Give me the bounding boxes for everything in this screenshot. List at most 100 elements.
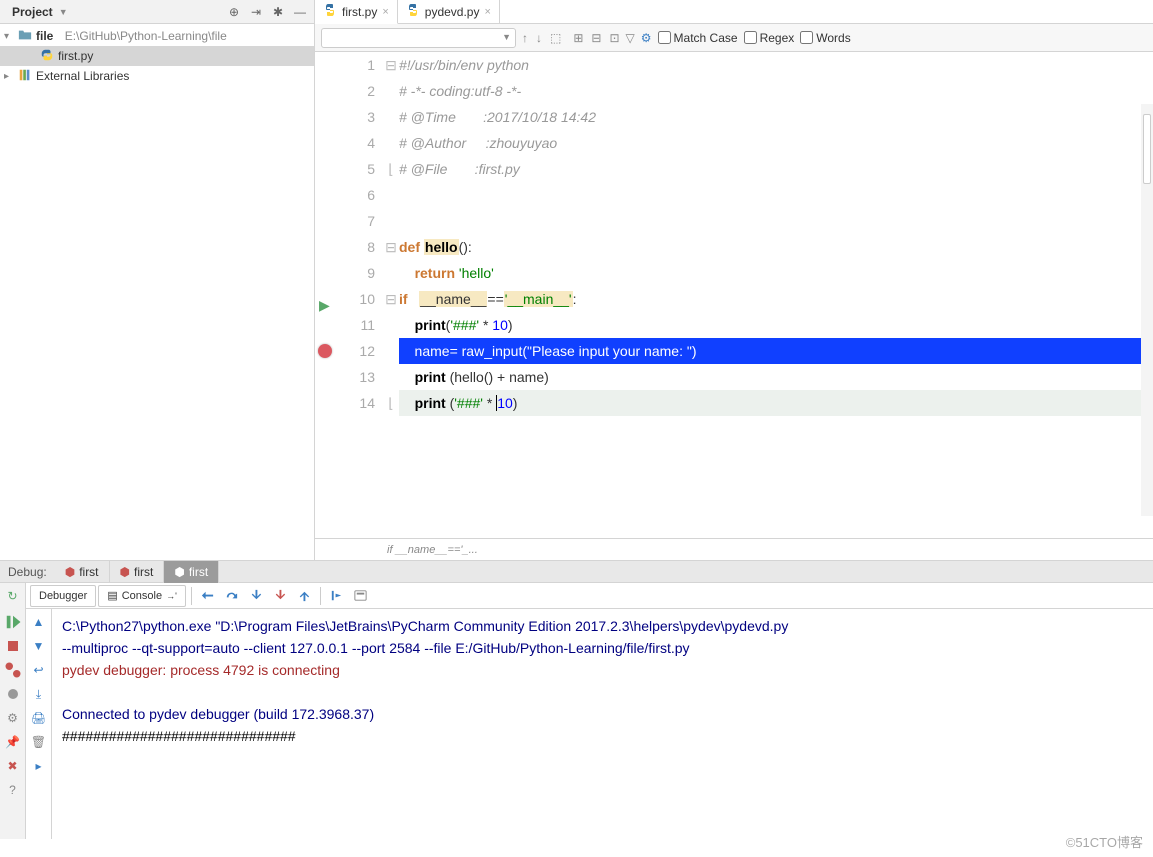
- debug-session-tab[interactable]: ⬢first: [110, 561, 165, 583]
- settings-icon[interactable]: ⚙: [3, 708, 23, 728]
- code-text: :: [573, 291, 577, 307]
- code-text: __name__: [419, 291, 487, 307]
- resume-icon[interactable]: [3, 612, 23, 632]
- stop-icon[interactable]: [3, 636, 23, 656]
- debugger-tab-button[interactable]: Debugger: [30, 585, 96, 607]
- select-all-occ-icon[interactable]: ⊡: [609, 31, 619, 45]
- collapse-icon[interactable]: ⇥: [248, 4, 264, 20]
- tab-pydevd-py[interactable]: pydevd.py ×: [398, 0, 500, 24]
- close-panel-icon[interactable]: ✖: [3, 756, 23, 776]
- expand-icon[interactable]: ▸: [4, 71, 14, 82]
- down-icon[interactable]: ▼: [29, 636, 49, 656]
- library-icon: [18, 68, 32, 85]
- root-path: E:\GitHub\Python-Learning\file: [65, 29, 227, 43]
- next-match-icon[interactable]: ↓: [536, 31, 542, 45]
- prev-match-icon[interactable]: ↑: [522, 31, 528, 45]
- console-icon: ▤: [107, 589, 117, 602]
- code-text: # @Author :zhouyuyao: [399, 135, 557, 151]
- tab-first-py[interactable]: first.py ×: [315, 0, 398, 24]
- console-line: C:\Python27\python.exe "D:\Program Files…: [62, 615, 1143, 637]
- mute-breakpoints-icon[interactable]: [3, 684, 23, 704]
- debug-label: Debug:: [0, 565, 55, 579]
- step-over-icon[interactable]: [221, 585, 243, 607]
- run-to-cursor-icon[interactable]: [326, 585, 348, 607]
- remove-selection-icon[interactable]: ⊟: [591, 31, 601, 45]
- close-icon[interactable]: ×: [382, 6, 388, 18]
- code-text: *: [479, 317, 492, 333]
- debug-session-tab-active[interactable]: ⬢first: [164, 561, 219, 583]
- console-tab-button[interactable]: ▤Console→': [98, 585, 185, 607]
- folder-icon: [18, 28, 32, 45]
- tab-label: first: [189, 565, 208, 579]
- code-text: '__main__': [504, 291, 573, 307]
- hide-icon[interactable]: —: [292, 4, 308, 20]
- console-body: ⚙ 📌 ✖ ? ▲ ▼ ↩ ⤓ 🖨 🗑 ▸ C:\Python27\python…: [0, 609, 1153, 839]
- breakpoint-icon[interactable]: [318, 344, 332, 358]
- code-text: ): [544, 369, 549, 385]
- project-title: Project: [12, 5, 53, 19]
- project-header: Project ▼ ⊕ ⇥ ✱ —: [0, 0, 314, 24]
- tab-label: pydevd.py: [425, 5, 480, 19]
- show-exec-point-icon[interactable]: [197, 585, 219, 607]
- close-icon[interactable]: ×: [484, 6, 490, 18]
- soft-wrap-icon[interactable]: ↩: [29, 660, 49, 680]
- expand-icon[interactable]: ▾: [4, 31, 14, 42]
- code-text: #!/usr/bin/env python: [399, 57, 529, 73]
- code-text: print: [415, 369, 450, 385]
- match-case-check[interactable]: Match Case: [658, 31, 738, 45]
- search-history-icon[interactable]: ▼: [502, 32, 511, 42]
- code-content[interactable]: #!/usr/bin/env python # -*- coding:utf-8…: [399, 52, 1153, 538]
- tree-file-first[interactable]: first.py: [0, 46, 314, 66]
- scroll-from-source-icon[interactable]: ⊕: [226, 4, 242, 20]
- evaluate-icon[interactable]: [350, 585, 372, 607]
- up-icon[interactable]: ▲: [29, 612, 49, 632]
- tree-root[interactable]: ▾ file E:\GitHub\Python-Learning\file: [0, 26, 314, 46]
- highlighted-line: name= raw_input("Please input your name:…: [399, 338, 1153, 364]
- breadcrumb[interactable]: if __name__=='_...: [315, 538, 1153, 560]
- pin-icon[interactable]: 📌: [3, 732, 23, 752]
- search-input[interactable]: [321, 28, 516, 48]
- clear-icon[interactable]: 🗑: [29, 732, 49, 752]
- regex-check[interactable]: Regex: [744, 31, 795, 45]
- console-line: pydev debugger: process 4792 is connecti…: [62, 659, 1143, 681]
- force-step-into-icon[interactable]: [269, 585, 291, 607]
- console-line: ##############################: [62, 725, 1143, 747]
- code-text: print: [415, 395, 450, 411]
- debug-toolbar: ↻ Debugger ▤Console→': [0, 583, 1153, 609]
- help-icon[interactable]: ?: [3, 780, 23, 800]
- console-left-rail: ▲ ▼ ↩ ⤓ 🖨 🗑 ▸: [26, 609, 52, 839]
- words-check[interactable]: Words: [800, 31, 850, 45]
- watermark: ©51CTO博客: [1066, 832, 1143, 851]
- print-icon[interactable]: 🖨: [29, 708, 49, 728]
- code-text: def: [399, 239, 424, 255]
- python-file-icon: [406, 3, 420, 20]
- regex-label: Regex: [760, 31, 795, 45]
- scroll-end-icon[interactable]: ⤓: [29, 684, 49, 704]
- code-text: return: [415, 265, 459, 281]
- rerun-icon[interactable]: ↻: [3, 586, 23, 606]
- view-breakpoints-icon[interactable]: [3, 660, 23, 680]
- dropdown-icon[interactable]: ▼: [59, 7, 68, 17]
- debug-panel: Debug: ⬢first ⬢first ⬢first ↻ Debugger ▤…: [0, 560, 1153, 839]
- step-into-icon[interactable]: [245, 585, 267, 607]
- scrollbar[interactable]: [1141, 104, 1153, 516]
- add-selection-icon[interactable]: ⊞: [573, 31, 583, 45]
- code-editor[interactable]: 12345 6789 ▶10 11 12 1314 ⊟⌊ ⊟⊟ ⌊ #!/usr…: [315, 52, 1153, 538]
- gear-icon[interactable]: ✱: [270, 4, 286, 20]
- code-text: *: [483, 395, 496, 411]
- project-tree[interactable]: ▾ file E:\GitHub\Python-Learning\file fi…: [0, 24, 314, 560]
- step-out-icon[interactable]: [293, 585, 315, 607]
- filter-icon[interactable]: ▽: [626, 31, 635, 45]
- match-case-label: Match Case: [674, 31, 738, 45]
- code-text: 10: [497, 395, 513, 411]
- select-all-icon[interactable]: ⬚: [550, 31, 561, 45]
- settings-gear-icon[interactable]: ⚙: [641, 31, 652, 45]
- code-text: name: [509, 369, 544, 385]
- editor-area: first.py × pydevd.py × 🔍 ▼ ↑ ↓ ⬚ ⊞: [315, 0, 1153, 560]
- debug-session-tab[interactable]: ⬢first: [55, 561, 110, 583]
- tab-label: first.py: [342, 5, 377, 19]
- console-output[interactable]: C:\Python27\python.exe "D:\Program Files…: [52, 609, 1153, 839]
- python-prompt-icon[interactable]: ▸: [29, 756, 49, 776]
- tree-external-libs[interactable]: ▸ External Libraries: [0, 66, 314, 86]
- btn-label: Debugger: [39, 590, 87, 602]
